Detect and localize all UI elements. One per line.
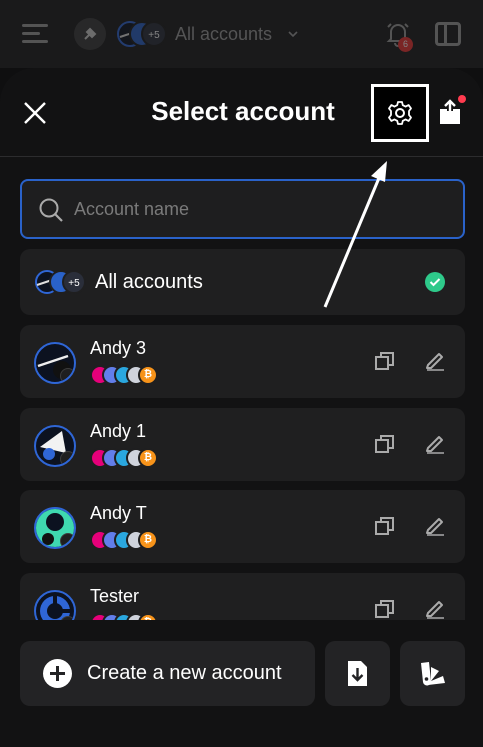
edit-icon[interactable] [424, 514, 446, 536]
avatar [34, 507, 76, 549]
all-accounts-row[interactable]: +5 All accounts [20, 249, 465, 315]
search-field[interactable] [20, 179, 465, 239]
import-account-button[interactable] [325, 641, 390, 706]
accounts-avatar-stack[interactable]: +5 [116, 20, 168, 48]
network-icon[interactable] [74, 18, 106, 50]
copy-icon[interactable] [374, 598, 396, 620]
svg-text:+5: +5 [68, 278, 80, 289]
settings-button[interactable] [371, 84, 429, 142]
copy-icon[interactable] [374, 515, 396, 537]
svg-text:+5: +5 [148, 30, 160, 41]
select-account-sheet: Select account +5 All accounts [0, 68, 483, 747]
edit-icon[interactable] [424, 349, 446, 371]
copy-icon[interactable] [374, 350, 396, 372]
account-name: Andy T [90, 503, 147, 523]
search-icon [39, 198, 63, 222]
check-icon [425, 272, 445, 292]
avatar [34, 342, 76, 384]
account-switcher-label[interactable]: All accounts [175, 24, 272, 45]
edit-icon[interactable] [424, 432, 446, 454]
notification-badge: 6 [398, 37, 413, 52]
palette-icon [421, 662, 445, 686]
menu-icon[interactable] [22, 24, 48, 44]
account-name: Andy 3 [90, 338, 147, 358]
accounts-avatar-stack: +5 [35, 270, 86, 294]
account-name: Andy 1 [90, 421, 147, 441]
copy-icon[interactable] [374, 433, 396, 455]
account-row[interactable]: Andy 3 ₿ [20, 325, 465, 398]
top-bar: +5 All accounts 6 [0, 0, 483, 68]
divider [0, 156, 483, 157]
account-name: Tester [90, 586, 140, 606]
bitcoin-icon: ₿ [138, 448, 158, 468]
create-account-button[interactable]: Create a new account [20, 641, 315, 706]
account-row[interactable]: Andy 1 ₿ [20, 408, 465, 481]
chain-icons: ₿ [90, 448, 170, 468]
sidebar-panel-icon[interactable] [435, 22, 461, 46]
theme-button[interactable] [400, 641, 465, 706]
bitcoin-icon: ₿ [138, 365, 158, 385]
notification-dot [458, 95, 466, 103]
import-icon [348, 661, 367, 686]
chain-icons: ₿ [90, 530, 170, 550]
search-input[interactable] [74, 193, 444, 225]
edit-icon[interactable] [424, 597, 446, 619]
plus-icon [43, 659, 72, 688]
all-accounts-label: All accounts [95, 271, 203, 293]
chain-icons: ₿ [90, 365, 170, 385]
account-row[interactable]: Andy T ₿ [20, 490, 465, 563]
create-account-label: Create a new account [87, 662, 282, 684]
chevron-down-icon[interactable] [287, 28, 299, 40]
avatar [34, 425, 76, 467]
bitcoin-icon: ₿ [138, 530, 158, 550]
gear-icon [388, 101, 412, 125]
